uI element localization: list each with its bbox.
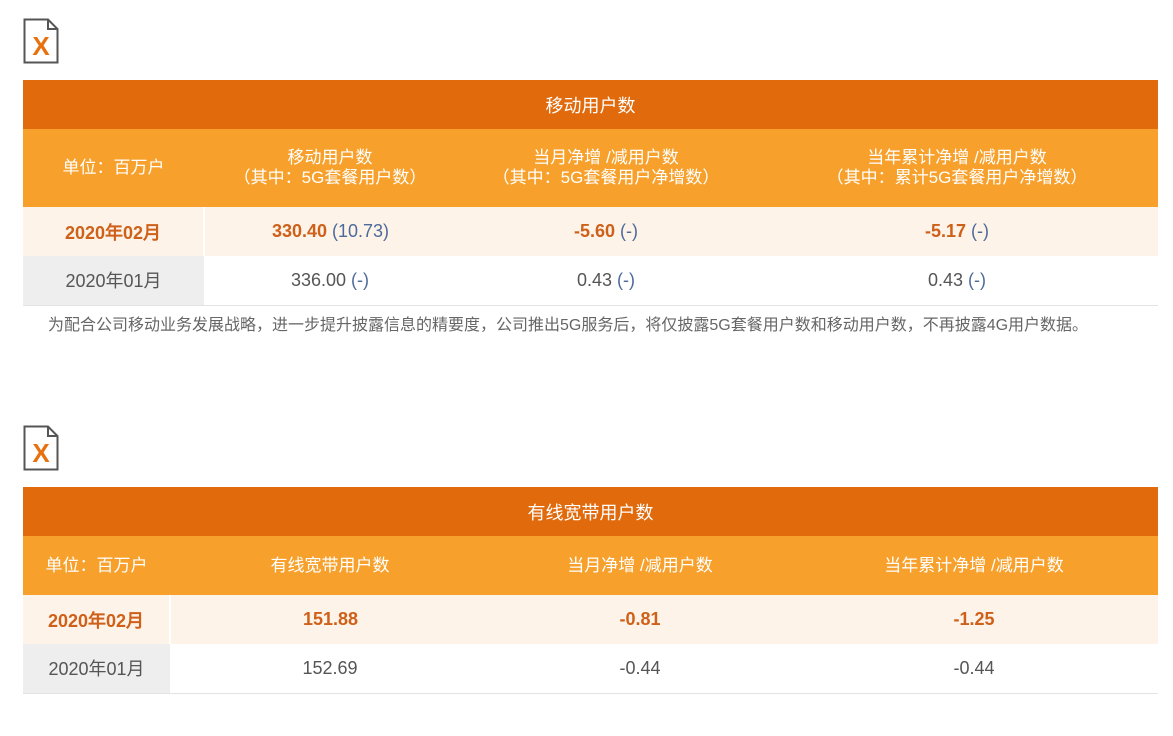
value-cell: 152.69 xyxy=(170,644,490,694)
mobile-users-table: 移动用户数 单位：百万户 移动用户数 （其中：5G套餐用户数） 当月净增 /减用… xyxy=(23,80,1158,306)
value-cell: 0.43 (-) xyxy=(456,256,756,306)
value-cell: 0.43 (-) xyxy=(756,256,1158,306)
excel-file-icon[interactable]: X xyxy=(23,425,59,471)
value-cell: -5.17 (-) xyxy=(756,207,1158,256)
svg-text:X: X xyxy=(32,31,50,61)
period-cell: 2020年01月 xyxy=(23,644,170,694)
value-cell: 151.88 xyxy=(170,595,490,644)
table-row: 2020年01月 336.00 (-) 0.43 (-) 0.43 (-) xyxy=(23,256,1158,306)
svg-text:X: X xyxy=(32,438,50,468)
value-cell: -0.44 xyxy=(490,644,790,694)
col-header-mobile-users: 移动用户数 （其中：5G套餐用户数） xyxy=(204,129,456,207)
value-cell: -1.25 xyxy=(790,595,1158,644)
footnote: 为配合公司移动业务发展战略，进一步提升披露信息的精要度，公司推出5G服务后，将仅… xyxy=(48,317,1089,334)
value-cell: -5.60 (-) xyxy=(456,207,756,256)
unit-header: 单位：百万户 xyxy=(23,536,170,595)
value-cell: -0.81 xyxy=(490,595,790,644)
period-cell: 2020年02月 xyxy=(23,207,205,256)
table-row: 2020年01月 152.69 -0.44 -0.44 xyxy=(23,644,1158,694)
col-header-broadband-users: 有线宽带用户数 xyxy=(170,536,490,595)
value-cell: -0.44 xyxy=(790,644,1158,694)
col-header-ytd-net: 当年累计净增 /减用户数 （其中：累计5G套餐用户净增数） xyxy=(756,129,1158,207)
excel-file-icon[interactable]: X xyxy=(23,18,59,64)
table-row: 2020年02月 330.40 (10.73) -5.60 (-) -5.17 … xyxy=(23,207,1158,256)
period-cell: 2020年01月 xyxy=(23,256,204,306)
table-title: 移动用户数 xyxy=(23,80,1158,129)
value-cell: 336.00 (-) xyxy=(204,256,456,306)
table-row: 2020年02月 151.88 -0.81 -1.25 xyxy=(23,595,1158,644)
table-title: 有线宽带用户数 xyxy=(23,487,1158,536)
col-header-monthly-net: 当月净增 /减用户数 （其中：5G套餐用户净增数） xyxy=(456,129,756,207)
col-header-ytd-net: 当年累计净增 /减用户数 xyxy=(790,536,1158,595)
value-cell: 330.40 (10.73) xyxy=(204,207,456,256)
col-header-monthly-net: 当月净增 /减用户数 xyxy=(490,536,790,595)
unit-header: 单位：百万户 xyxy=(23,129,204,207)
period-cell: 2020年02月 xyxy=(23,595,171,644)
broadband-users-table: 有线宽带用户数 单位：百万户 有线宽带用户数 当月净增 /减用户数 当年累计净增… xyxy=(23,487,1158,694)
